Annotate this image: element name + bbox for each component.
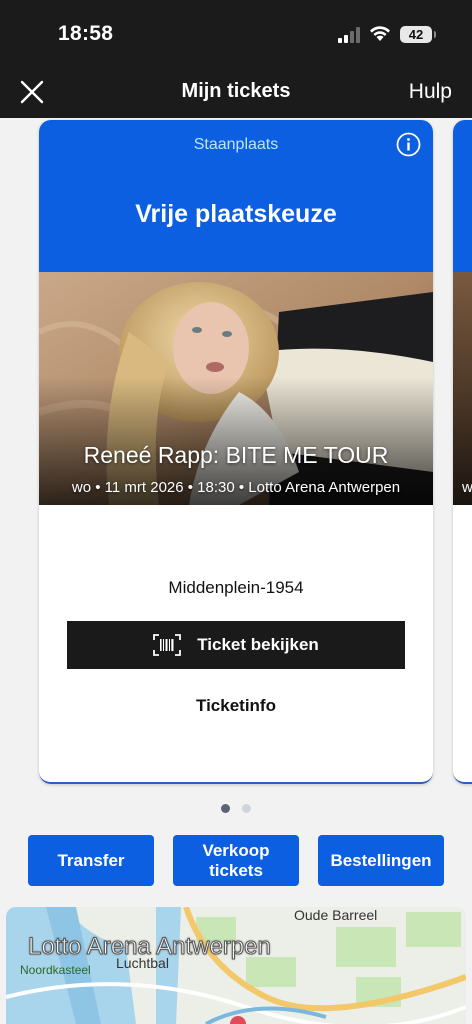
next-ticket-card[interactable]: w xyxy=(453,120,472,784)
barcode-icon xyxy=(153,634,182,656)
artist-photo xyxy=(39,272,433,505)
ticket-card-header: Staanplaats Vrije plaatskeuze xyxy=(39,120,433,272)
seat-title: Vrije plaatskeuze xyxy=(135,200,337,228)
view-ticket-button[interactable]: Ticket bekijken xyxy=(67,621,405,669)
ticket-info-link[interactable]: Ticketinfo xyxy=(39,696,433,716)
page-dot-2[interactable] xyxy=(242,804,251,813)
ticket-card: Staanplaats Vrije plaatskeuze Reneé Rapp… xyxy=(39,120,433,784)
view-ticket-label: Ticket bekijken xyxy=(197,635,319,654)
sell-tickets-button[interactable]: Verkoop tickets xyxy=(173,835,299,886)
help-link[interactable]: Hulp xyxy=(409,80,452,104)
orders-button[interactable]: Bestellingen xyxy=(318,835,444,886)
event-image: Reneé Rapp: BITE ME TOUR wo • 11 mrt 202… xyxy=(39,272,433,505)
venue-map[interactable]: Oude Barreel Luchtbal Noordkasteel Lotto… xyxy=(6,907,466,1024)
event-name: Reneé Rapp: BITE ME TOUR xyxy=(83,442,389,468)
seat-type: Staanplaats xyxy=(193,136,279,153)
next-ticket-card-header xyxy=(453,120,472,272)
battery-indicator: 42 xyxy=(400,26,436,43)
info-icon[interactable] xyxy=(396,132,421,157)
next-ticket-card-image: w xyxy=(453,272,472,505)
seat-location: Middenplein-1954 xyxy=(168,578,304,597)
status-time: 18:58 xyxy=(58,22,114,45)
ticket-carousel[interactable]: Staanplaats Vrije plaatskeuze Reneé Rapp… xyxy=(0,118,472,790)
nav-bar: Mijn tickets Hulp xyxy=(0,66,472,118)
transfer-button[interactable]: Transfer xyxy=(28,835,154,886)
status-bar: 18:58 42 xyxy=(0,0,472,66)
wifi-icon xyxy=(370,26,390,41)
map-label-oude-barreel: Oude Barreel xyxy=(294,907,378,923)
event-meta: wo • 11 mrt 2026 • 18:30 • Lotto Arena A… xyxy=(71,479,401,496)
page-dot-1[interactable] xyxy=(221,804,230,813)
page-title: Mijn tickets xyxy=(181,80,291,102)
map-label-noordkasteel: Noordkasteel xyxy=(20,963,91,977)
map-venue-title: Lotto Arena Antwerpen xyxy=(28,933,272,961)
cellular-signal-icon xyxy=(338,27,360,43)
carousel-pagination xyxy=(0,804,472,813)
next-ticket-meta: w xyxy=(462,479,472,496)
